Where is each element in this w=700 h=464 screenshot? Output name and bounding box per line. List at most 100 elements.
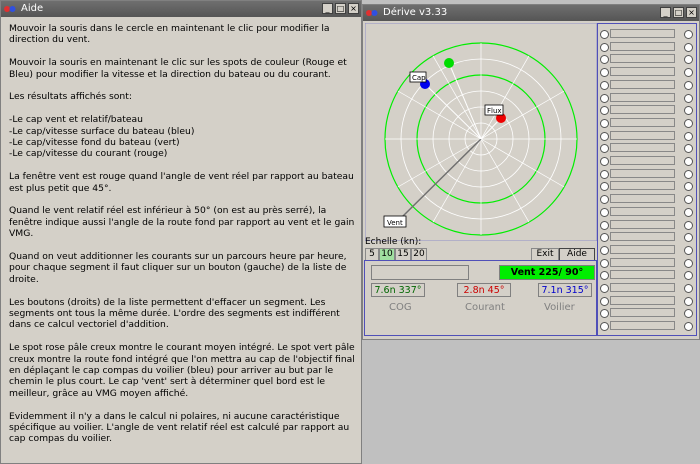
delete-segment-radio[interactable] xyxy=(684,182,693,192)
delete-segment-radio[interactable] xyxy=(684,271,693,281)
segment-field xyxy=(610,92,675,102)
segment-row xyxy=(598,66,698,78)
delete-segment-radio[interactable] xyxy=(684,106,693,116)
segment-field xyxy=(610,117,675,127)
add-segment-radio[interactable] xyxy=(600,157,609,166)
add-segment-radio[interactable] xyxy=(600,169,609,179)
help-paragraph: Mouvoir la souris dans le cercle en main… xyxy=(9,23,330,46)
add-segment-radio[interactable] xyxy=(600,93,609,103)
add-segment-radio[interactable] xyxy=(600,258,609,268)
segment-field xyxy=(610,156,675,165)
delete-segment-radio[interactable] xyxy=(684,169,693,179)
add-segment-radio[interactable] xyxy=(600,118,609,128)
add-segment-radio[interactable] xyxy=(600,195,609,205)
segment-row xyxy=(598,269,698,281)
segment-row xyxy=(598,130,698,142)
segment-field xyxy=(610,232,675,242)
segment-row xyxy=(598,142,698,154)
segment-row xyxy=(598,180,698,192)
segment-row xyxy=(598,53,698,65)
segment-field xyxy=(610,283,675,292)
add-segment-radio[interactable] xyxy=(600,296,609,306)
segment-field xyxy=(610,244,675,254)
add-segment-radio[interactable] xyxy=(600,271,609,281)
java-app-icon xyxy=(4,6,16,12)
add-segment-radio[interactable] xyxy=(600,55,609,65)
segment-field xyxy=(610,321,675,331)
help-paragraph: Mouvoir la souris en maintenant le clic … xyxy=(9,57,347,80)
sailboat-value: 7.1n 315° xyxy=(538,283,592,297)
segment-field xyxy=(610,54,675,64)
add-segment-radio[interactable] xyxy=(600,131,609,141)
delete-segment-radio[interactable] xyxy=(684,195,693,205)
delete-segment-radio[interactable] xyxy=(684,322,693,332)
delete-segment-radio[interactable] xyxy=(684,131,693,141)
help-window: Aide _ □ × Mouvoir la souris dans le cer… xyxy=(0,0,362,464)
add-segment-radio[interactable] xyxy=(600,309,609,319)
wind-display: Vent 225/ 90° xyxy=(499,265,595,280)
delete-segment-radio[interactable] xyxy=(684,245,693,255)
close-icon[interactable]: × xyxy=(686,7,697,18)
segment-field xyxy=(610,181,675,191)
delete-segment-radio[interactable] xyxy=(684,258,693,268)
delete-segment-radio[interactable] xyxy=(684,30,693,39)
add-segment-radio[interactable] xyxy=(600,106,609,116)
help-paragraph: Evidemment il n'y a dans le calcul ni po… xyxy=(9,410,350,445)
add-segment-radio[interactable] xyxy=(600,42,609,52)
add-segment-radio[interactable] xyxy=(600,322,609,332)
help-paragraph: Quand on veut additionner les courants s… xyxy=(9,251,347,285)
cog-spot xyxy=(444,58,454,68)
add-segment-radio[interactable] xyxy=(600,182,609,192)
segment-row xyxy=(598,155,698,167)
close-icon[interactable]: × xyxy=(348,3,359,14)
minimize-icon[interactable]: _ xyxy=(322,3,333,14)
segment-row xyxy=(598,28,698,40)
add-segment-radio[interactable] xyxy=(600,207,609,217)
delete-segment-radio[interactable] xyxy=(684,55,693,65)
segment-field xyxy=(610,270,675,280)
delete-segment-radio[interactable] xyxy=(684,80,693,90)
segment-row xyxy=(598,231,698,243)
add-segment-radio[interactable] xyxy=(600,220,609,230)
add-segment-radio[interactable] xyxy=(600,144,609,154)
empty-status-field xyxy=(371,265,469,280)
delete-segment-radio[interactable] xyxy=(684,220,693,230)
segment-row xyxy=(598,104,698,116)
delete-segment-radio[interactable] xyxy=(684,296,693,306)
add-segment-radio[interactable] xyxy=(600,284,609,293)
delete-segment-radio[interactable] xyxy=(684,157,693,166)
current-value: 2.8n 45° xyxy=(457,283,511,297)
scale-label: Echelle (kn): xyxy=(365,237,422,247)
minimize-icon[interactable]: _ xyxy=(660,7,671,18)
segment-field xyxy=(610,257,675,267)
delete-segment-radio[interactable] xyxy=(684,93,693,103)
segment-row xyxy=(598,168,698,180)
delete-segment-radio[interactable] xyxy=(684,68,693,78)
help-paragraph: Les boutons (droits) de la liste permett… xyxy=(9,296,340,331)
add-segment-radio[interactable] xyxy=(600,30,609,39)
help-window-title: Aide xyxy=(21,3,44,14)
add-segment-radio[interactable] xyxy=(600,245,609,255)
segment-row xyxy=(598,117,698,129)
derive-titlebar[interactable]: Dérive v3.33 _ □ × xyxy=(363,5,699,21)
delete-segment-radio[interactable] xyxy=(684,233,693,243)
segment-row xyxy=(598,307,698,319)
maximize-icon[interactable]: □ xyxy=(673,7,684,18)
current-label: Courant xyxy=(465,302,505,313)
help-titlebar[interactable]: Aide _ □ × xyxy=(1,1,361,17)
add-segment-radio[interactable] xyxy=(600,233,609,243)
maximize-icon[interactable]: □ xyxy=(335,3,346,14)
delete-segment-radio[interactable] xyxy=(684,118,693,128)
delete-segment-radio[interactable] xyxy=(684,42,693,52)
help-paragraph: Quand le vent relatif réel est inférieur… xyxy=(9,205,355,240)
vent-label: Vent xyxy=(387,219,403,227)
add-segment-radio[interactable] xyxy=(600,80,609,90)
delete-segment-radio[interactable] xyxy=(684,284,693,293)
polar-plot[interactable]: Cap Flux Vent xyxy=(365,23,597,241)
add-segment-radio[interactable] xyxy=(600,68,609,78)
delete-segment-radio[interactable] xyxy=(684,207,693,217)
derive-window: Dérive v3.33 _ □ × Cap Flux Vent Echelle… xyxy=(362,4,700,340)
delete-segment-radio[interactable] xyxy=(684,144,693,154)
delete-segment-radio[interactable] xyxy=(684,309,693,319)
sailboat-label: Voilier xyxy=(544,302,575,313)
